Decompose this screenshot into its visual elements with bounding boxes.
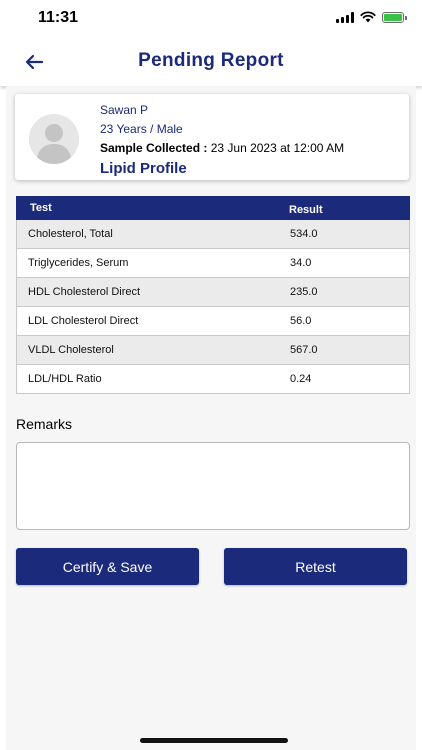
sample-collected: Sample Collected : 23 Jun 2023 at 12:00 … [100,139,344,158]
page-title: Pending Report [138,50,284,71]
battery-charging-icon [382,11,407,23]
test-profile-name: Lipid Profile [100,160,187,177]
test-name: LDL Cholesterol Direct [28,315,139,327]
test-name: Cholesterol, Total [28,228,113,240]
patient-card: Sawan P 23 Years / Male Sample Collected… [15,94,409,180]
remarks-label: Remarks [16,416,73,432]
test-name: Triglycerides, Serum [28,257,129,269]
status-time: 11:31 [38,9,79,26]
test-name: VLDL Cholesterol [28,344,114,356]
test-result: 34.0 [290,257,312,269]
sample-collected-label: Sample Collected : [100,141,208,155]
status-icons [336,11,407,23]
patient-name: Sawan P [100,103,149,117]
user-avatar-icon [29,114,79,164]
test-result: 534.0 [290,228,318,240]
test-result: 0.24 [290,373,312,385]
header-test: Test [30,202,52,214]
report-content: Sawan P 23 Years / Male Sample Collected… [6,86,416,750]
table-row: VLDL Cholesterol 567.0 [16,336,410,365]
table-row: Cholesterol, Total 534.0 [16,220,410,249]
table-row: HDL Cholesterol Direct 235.0 [16,278,410,307]
retest-button[interactable]: Retest [224,548,407,585]
status-bar: 11:31 [0,0,422,38]
test-result: 567.0 [290,344,318,356]
table-row: LDL Cholesterol Direct 56.0 [16,307,410,336]
test-result: 235.0 [290,286,318,298]
table-header: Test Result [16,196,410,220]
test-name: LDL/HDL Ratio [28,373,102,385]
home-indicator[interactable] [140,738,288,743]
app-header: Pending Report [0,38,422,86]
sample-collected-value: 23 Jun 2023 at 12:00 AM [210,141,345,155]
remarks-input[interactable] [16,442,410,530]
signal-icon [336,11,354,23]
patient-age-gender: 23 Years / Male [100,122,183,136]
header-result: Result [289,203,323,216]
certify-save-button[interactable]: Certify & Save [16,548,199,585]
table-row: LDL/HDL Ratio 0.24 [16,365,410,394]
table-row: Triglycerides, Serum 34.0 [16,249,410,278]
patient-info: Sawan P 23 Years / Male Sample Collected… [100,101,344,179]
test-name: HDL Cholesterol Direct [28,286,141,298]
test-result: 56.0 [290,315,312,327]
wifi-icon [360,11,376,23]
results-table: Test Result Cholesterol, Total 534.0 Tri… [16,196,410,394]
